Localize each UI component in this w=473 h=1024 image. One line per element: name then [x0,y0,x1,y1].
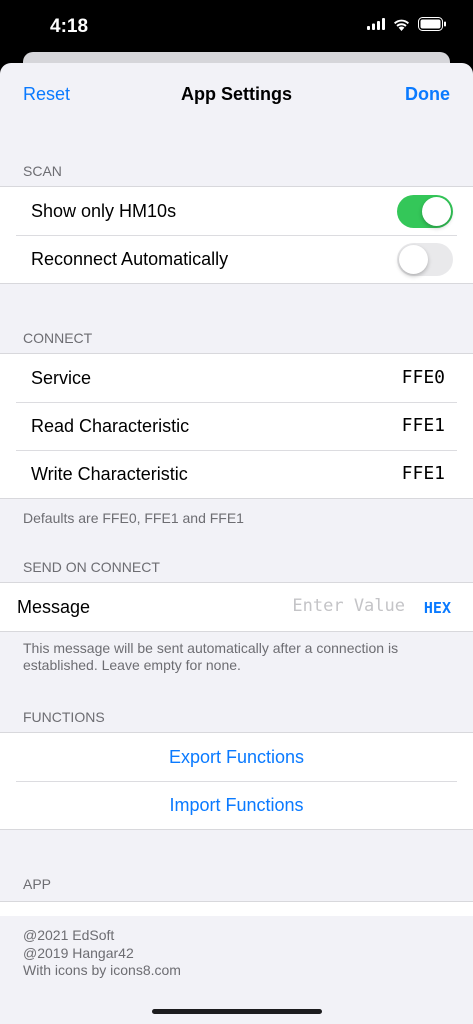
connect-group: Service FFE0 Read Characteristic FFE1 Wr… [0,353,473,499]
connect-footer: Defaults are FFE0, FFE1 and FFE1 [23,510,244,526]
app-group [0,901,473,916]
connect-section-header: CONNECT [23,330,93,346]
service-row[interactable]: Service FFE0 [0,354,473,402]
show-only-hm10s-toggle[interactable] [397,195,453,228]
write-characteristic-value[interactable]: FFE1 [402,463,445,484]
credits: @2021 EdSoft @2019 Hangar42 With icons b… [23,927,181,980]
scan-section-header: SCAN [23,163,62,179]
export-functions-row[interactable]: Export Functions [0,733,473,781]
import-functions-button[interactable]: Import Functions [0,795,473,816]
navigation-bar: Reset App Settings Done [0,63,473,126]
reconnect-automatically-toggle[interactable] [397,243,453,276]
functions-group: Export Functions Import Functions [0,732,473,830]
status-icons [367,17,447,31]
import-functions-row[interactable]: Import Functions [0,781,473,829]
message-row: Message HEX [0,583,473,631]
credit-line: @2021 EdSoft [23,927,115,943]
page-title: App Settings [181,84,292,104]
show-only-hm10s-label: Show only HM10s [31,201,177,221]
reconnect-automatically-row: Reconnect Automatically [0,235,473,283]
toggle-knob [422,197,451,226]
write-characteristic-label: Write Characteristic [31,464,188,484]
service-label: Service [31,368,92,388]
message-label: Message [17,597,91,617]
export-functions-button[interactable]: Export Functions [0,747,473,768]
settings-sheet: Reset App Settings Done SCAN Show only H… [0,63,473,1024]
scan-group: Show only HM10s Reconnect Automatically [0,186,473,284]
credit-line: With icons by icons8.com [23,962,181,978]
read-characteristic-value[interactable]: FFE1 [402,415,445,436]
read-characteristic-label: Read Characteristic [31,416,190,436]
toggle-knob [399,245,428,274]
reconnect-automatically-label: Reconnect Automatically [31,249,229,269]
done-button[interactable]: Done [405,84,450,105]
status-bar: 4:18 [0,0,473,52]
send-on-connect-footer: This message will be sent automatically … [23,640,399,673]
send-on-connect-section-header: SEND ON CONNECT [23,559,160,575]
write-characteristic-row[interactable]: Write Characteristic FFE1 [0,450,473,498]
show-only-hm10s-row: Show only HM10s [0,187,473,235]
status-time: 4:18 [50,16,89,37]
signal-icon [367,18,385,30]
wifi-icon [394,19,409,31]
read-characteristic-row[interactable]: Read Characteristic FFE1 [0,402,473,450]
send-on-connect-group: Message HEX [0,582,473,632]
credit-line: @2019 Hangar42 [23,944,134,961]
message-input[interactable] [263,595,407,617]
hex-format-button[interactable]: HEX [424,599,451,617]
battery-icon [418,17,446,31]
app-section-header: APP [23,876,52,892]
home-indicator[interactable] [152,1009,322,1014]
functions-section-header: FUNCTIONS [23,709,105,725]
service-value[interactable]: FFE0 [402,367,445,388]
